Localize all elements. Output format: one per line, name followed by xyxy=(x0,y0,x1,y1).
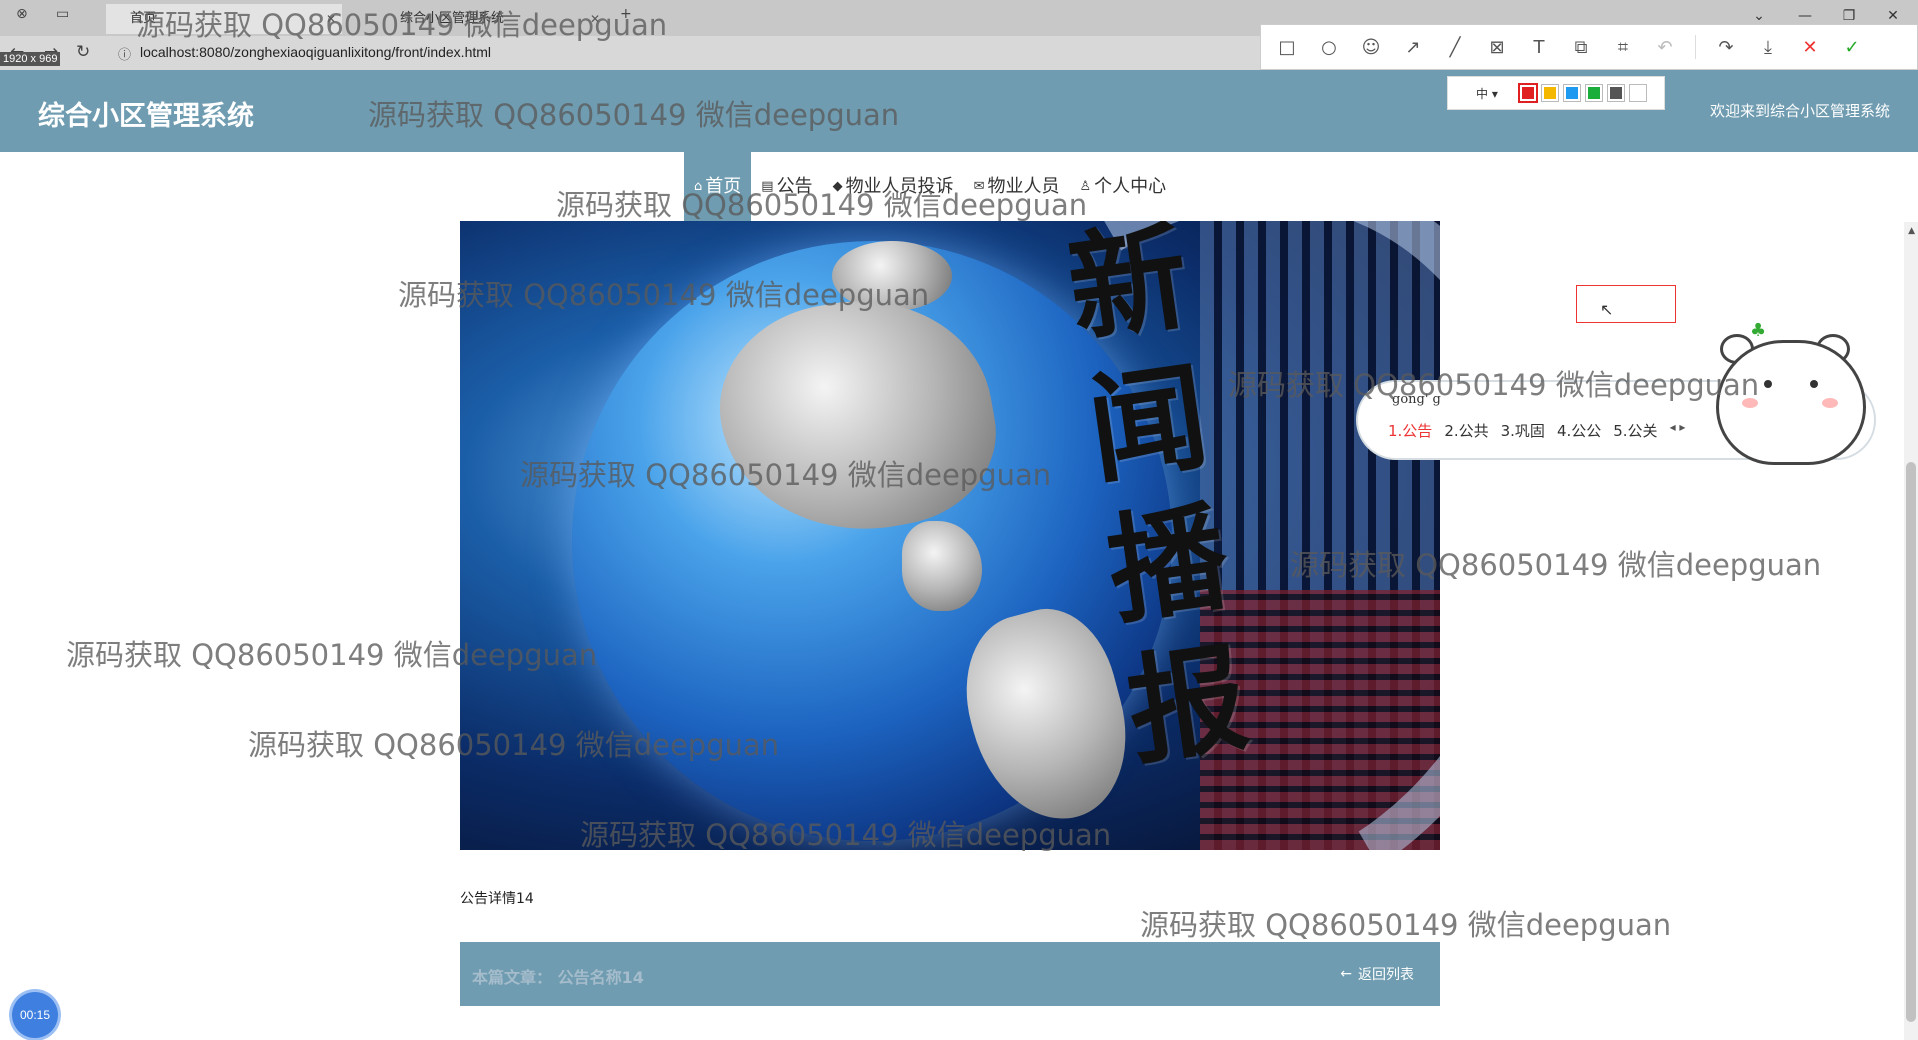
copy-icon[interactable]: ⧉ xyxy=(1569,37,1593,58)
url-input[interactable]: localhost:8080/zonghexiaoqiguanlixitong/… xyxy=(140,44,491,60)
tab-system[interactable]: 综合小区管理系统 ✕ xyxy=(376,4,606,34)
bear-cheek xyxy=(1742,398,1758,408)
close-icon[interactable]: ✕ xyxy=(590,4,600,34)
ime-mascot-bear: ♣ xyxy=(1706,320,1884,465)
site-title: 综合小区管理系统 xyxy=(38,101,254,132)
color-swatch-gray[interactable] xyxy=(1607,85,1624,101)
cancel-icon[interactable]: ✕ xyxy=(1798,37,1822,58)
ellipse-icon[interactable]: ○ xyxy=(1317,37,1341,58)
tab-group-icon[interactable]: ▭ xyxy=(56,6,69,22)
nav-item-complaint[interactable]: ◆ 物业人员投诉 xyxy=(823,152,964,222)
mail-icon: ✉ xyxy=(973,179,985,194)
screenshot-toolbar: □ ○ ☺ ↗ ╱ ⊠ T ⧉ ⌗ ↶ ↷ ⤓ ✕ ✓ xyxy=(1260,24,1918,70)
current-article[interactable]: 本篇文章： 公告名称14 xyxy=(472,964,644,988)
browser-menu-icon[interactable]: ⊗ xyxy=(16,6,28,22)
undo-icon[interactable]: ↶ xyxy=(1653,37,1677,58)
nav-label: 个人中心 xyxy=(1094,176,1167,197)
graduation-cap-icon: ◆ xyxy=(832,179,843,194)
scroll-up-icon[interactable]: ▲ xyxy=(1908,226,1915,236)
banner-char: 播 xyxy=(1099,486,1236,641)
recording-timer[interactable]: 00:15 xyxy=(12,992,58,1038)
size-label: 中 xyxy=(1476,86,1489,101)
banner-char: 闻 xyxy=(1079,346,1217,501)
notice-icon: ▤ xyxy=(761,179,774,194)
home-icon: ⌂ xyxy=(694,179,703,194)
user-icon: ♙ xyxy=(1079,179,1092,194)
ime-candidate[interactable]: 5.公关 xyxy=(1613,420,1657,441)
ime-candidate[interactable]: 3.巩固 xyxy=(1501,420,1545,441)
bear-eye xyxy=(1810,380,1818,388)
land-shape xyxy=(704,279,1010,553)
color-swatch-blue[interactable] xyxy=(1563,85,1580,101)
main-nav: ⌂ 首页 ▤ 公告 ◆ 物业人员投诉 ✉ 物业人员 ♙ 个人中心 xyxy=(684,152,1176,222)
dimension-label: 1920 x 969 xyxy=(0,52,61,66)
ime-candidates: 1.公告 2.公共 3.巩固 4.公公 5.公关 ◂ ▸ xyxy=(1388,420,1685,441)
ocr-icon[interactable]: ⌗ xyxy=(1611,37,1635,58)
info-icon[interactable]: ⓘ xyxy=(118,44,131,63)
watermark: 源码获取 QQ86050149 微信deepguan xyxy=(1140,908,1672,942)
tab-home[interactable]: 首页 ✕ xyxy=(106,4,342,34)
banner-char: 新 xyxy=(1060,221,1197,360)
back-to-list-button[interactable]: ← 返回列表 xyxy=(1340,964,1414,984)
page-scrollbar[interactable]: ▲ xyxy=(1904,222,1918,1040)
scroll-thumb[interactable] xyxy=(1906,462,1916,1022)
arrow-left-icon: ← xyxy=(1340,966,1352,982)
sprout-icon: ♣ xyxy=(1750,320,1767,341)
ime-pinyin: gong' g xyxy=(1392,392,1441,407)
mouse-cursor-icon: ↖ xyxy=(1600,300,1614,319)
close-icon[interactable]: ✕ xyxy=(326,4,336,34)
article-title: 公告名称14 xyxy=(557,968,644,987)
nav-item-profile[interactable]: ♙ 个人中心 xyxy=(1069,152,1176,222)
ime-page-arrows-icon[interactable]: ◂ ▸ xyxy=(1670,420,1686,441)
land-shape xyxy=(902,521,982,611)
nav-label: 首页 xyxy=(705,176,742,197)
nav-label: 物业人员投诉 xyxy=(845,176,954,197)
emoji-icon[interactable]: ☺ xyxy=(1359,37,1383,58)
welcome-text: 欢迎来到综合小区管理系统 xyxy=(1709,102,1890,120)
nav-item-staff[interactable]: ✉ 物业人员 xyxy=(964,152,1070,222)
arrow-icon[interactable]: ↗ xyxy=(1401,37,1425,58)
notice-content: 公告详情14 xyxy=(460,891,534,907)
banner-char: 报 xyxy=(1119,627,1256,782)
ime-candidate[interactable]: 4.公公 xyxy=(1557,420,1601,441)
size-select[interactable]: 中 ▾ xyxy=(1476,85,1498,102)
drawn-rectangle[interactable] xyxy=(1576,285,1676,323)
tab-label: 首页 xyxy=(130,11,157,26)
bear-eye xyxy=(1764,380,1772,388)
back-label: 返回列表 xyxy=(1358,967,1414,983)
line-icon[interactable]: ╱ xyxy=(1443,37,1467,58)
news-banner-image: 新 闻 播 报 xyxy=(460,221,1440,850)
share-icon[interactable]: ↷ xyxy=(1714,37,1738,58)
tab-label: 综合小区管理系统 xyxy=(400,11,505,26)
article-nav-bar: 本篇文章： 公告名称14 ← 返回列表 xyxy=(460,942,1440,1006)
color-options-panel: 中 ▾ xyxy=(1447,76,1665,110)
nav-item-home[interactable]: ⌂ 首页 xyxy=(684,152,752,222)
rectangle-icon[interactable]: □ xyxy=(1275,37,1299,58)
ime-candidate[interactable]: 1.公告 xyxy=(1388,420,1432,441)
nav-label: 物业人员 xyxy=(987,176,1060,197)
color-swatch-red[interactable] xyxy=(1519,85,1536,101)
nav-item-notice[interactable]: ▤ 公告 xyxy=(751,152,822,222)
color-swatch-green[interactable] xyxy=(1585,85,1602,101)
divider xyxy=(1695,35,1696,59)
reload-icon[interactable]: ↻ xyxy=(76,42,90,62)
nav-label: 公告 xyxy=(776,176,813,197)
color-swatch-white[interactable] xyxy=(1629,85,1646,101)
download-icon[interactable]: ⤓ xyxy=(1756,37,1780,58)
bear-cheek xyxy=(1822,398,1838,408)
bear-body xyxy=(1716,340,1866,465)
new-tab-button[interactable]: + xyxy=(620,6,632,22)
mosaic-icon[interactable]: ⊠ xyxy=(1485,37,1509,58)
color-swatch-yellow[interactable] xyxy=(1541,85,1558,101)
text-icon[interactable]: T xyxy=(1527,37,1551,58)
article-label: 本篇文章： xyxy=(472,968,553,987)
confirm-icon[interactable]: ✓ xyxy=(1840,37,1864,58)
ime-candidate[interactable]: 2.公共 xyxy=(1444,420,1488,441)
